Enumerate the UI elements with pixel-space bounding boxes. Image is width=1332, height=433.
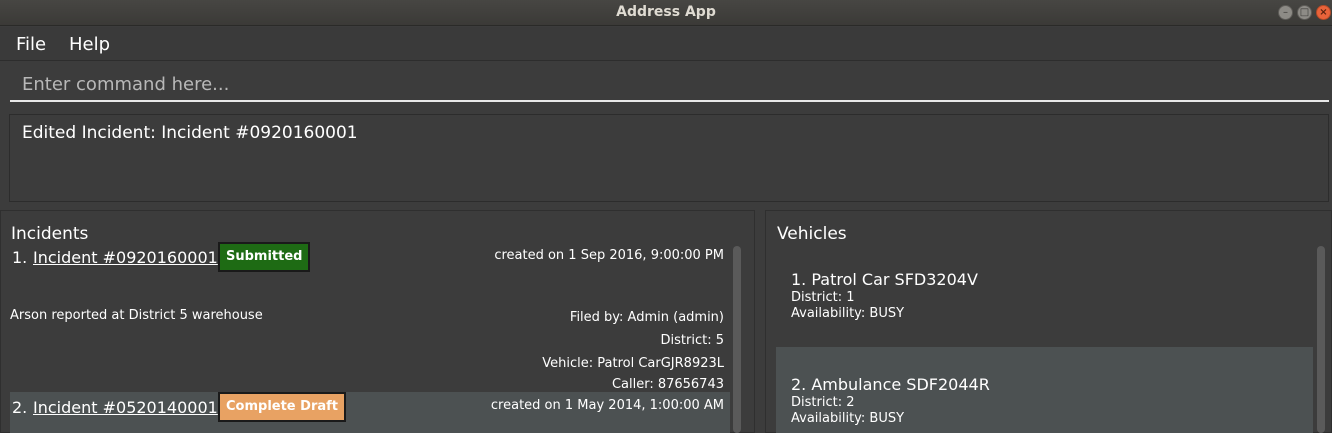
maximize-icon: □: [1299, 7, 1310, 18]
menu-bar: File Help: [0, 27, 1332, 61]
incident-scrollbar[interactable]: [733, 246, 741, 433]
minimize-button[interactable]: –: [1278, 5, 1293, 20]
incident-index: 1.: [12, 248, 28, 267]
incident-district: District: 5: [660, 333, 724, 348]
incident-created: created on 1 Sep 2016, 9:00:00 PM: [494, 248, 724, 263]
status-badge: Submitted: [218, 242, 311, 272]
status-badge: Complete Draft: [218, 392, 346, 422]
maximize-button[interactable]: □: [1297, 5, 1312, 20]
vehicle-heading: 2. Ambulance SDF2044R: [791, 375, 990, 394]
incident-card[interactable]: 2. Incident #0520140001 Complete Draft c…: [10, 392, 730, 433]
close-button[interactable]: ×: [1316, 5, 1331, 20]
command-box: [10, 68, 1329, 102]
incident-created: created on 1 May 2014, 1:00:00 AM: [490, 398, 724, 413]
vehicle-scrollbar[interactable]: [1317, 246, 1325, 433]
vehicle-district: District: 2: [791, 395, 855, 410]
vehicle-card[interactable]: 1. Patrol Car SFD3204V District: 1 Avail…: [776, 242, 1313, 347]
incident-filed-by: Filed by: Admin (admin): [569, 310, 724, 325]
vehicle-heading: 1. Patrol Car SFD3204V: [791, 270, 978, 289]
result-display: Edited Incident: Incident #0920160001: [9, 114, 1329, 202]
incident-card[interactable]: 1. Incident #0920160001 Submitted create…: [10, 242, 730, 392]
incident-name: Incident #0920160001: [33, 248, 218, 267]
incident-vehicle: Vehicle: Patrol CarGJR8923L: [542, 356, 724, 371]
vehicle-list[interactable]: 1. Patrol Car SFD3204V District: 1 Avail…: [776, 242, 1313, 433]
incident-index: 2.: [12, 398, 28, 417]
vehicle-availability: Availability: BUSY: [791, 306, 905, 321]
incident-name: Incident #0520140001: [33, 398, 218, 417]
vehicle-card[interactable]: 2. Ambulance SDF2044R District: 2 Availa…: [776, 347, 1313, 433]
incident-description: Arson reported at District 5 warehouse: [10, 308, 263, 323]
title-bar: Address App – □ ×: [0, 0, 1332, 26]
close-icon: ×: [1319, 7, 1328, 18]
vehicle-district: District: 1: [791, 290, 855, 305]
result-message: Edited Incident: Incident #0920160001: [22, 123, 358, 143]
minimize-icon: –: [1283, 7, 1288, 18]
command-input[interactable]: [10, 68, 1329, 100]
vehicle-availability: Availability: BUSY: [791, 411, 905, 426]
window-title: Address App: [616, 4, 716, 20]
menu-file[interactable]: File: [16, 34, 46, 55]
incident-caller: Caller: 87656743: [611, 377, 724, 392]
vehicles-title: Vehicles: [777, 224, 847, 244]
menu-help[interactable]: Help: [69, 34, 110, 55]
incident-list[interactable]: 1. Incident #0920160001 Submitted create…: [10, 242, 730, 433]
incidents-title: Incidents: [11, 224, 89, 244]
